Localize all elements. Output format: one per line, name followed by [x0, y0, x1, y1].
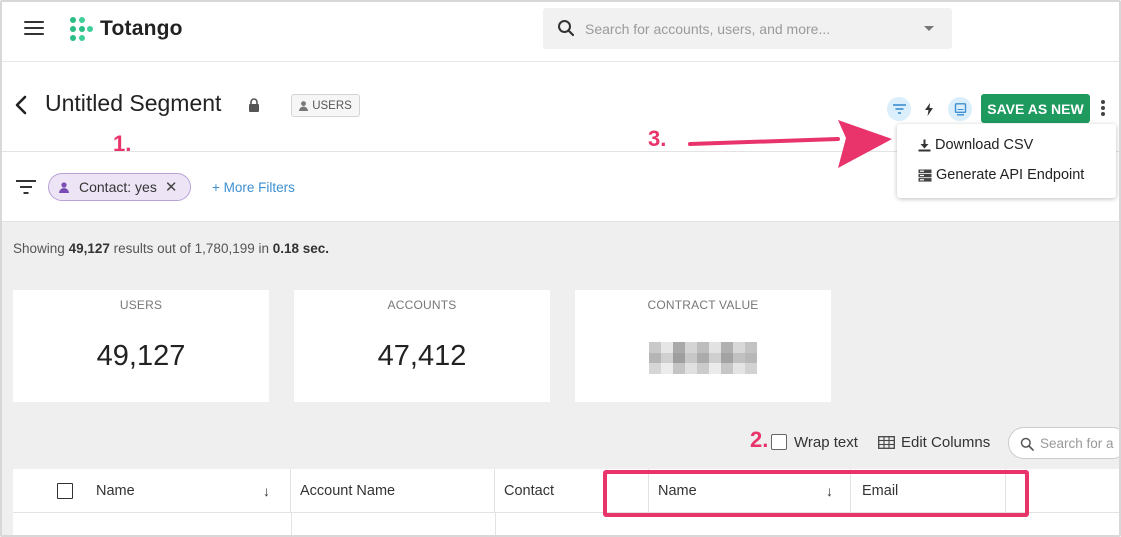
download-icon: [918, 139, 931, 151]
card-label: USERS: [119, 298, 163, 312]
save-as-new-button[interactable]: SAVE AS NEW: [981, 94, 1090, 123]
stat-card-accounts: ACCOUNTS 47,412: [294, 290, 550, 402]
more-options-kebab-icon[interactable]: [1099, 100, 1107, 116]
filter-chip-contact[interactable]: Contact: yes ✕: [48, 173, 191, 201]
search-dropdown-caret-icon[interactable]: [924, 26, 934, 31]
column-header-label: Name: [96, 483, 135, 499]
options-menu: Download CSV Generate API Endpoint: [897, 124, 1116, 198]
card-label: ACCOUNTS: [387, 298, 457, 312]
person-icon: [59, 181, 69, 193]
results-count: 49,127: [68, 241, 110, 256]
logo-dots-icon: [67, 16, 93, 42]
column-divider: [291, 513, 292, 535]
menu-item-label: Download CSV: [935, 137, 1034, 153]
column-header-account-name[interactable]: Account Name: [291, 469, 495, 513]
filter-chip-label: Contact: yes: [79, 179, 157, 195]
back-chevron-icon[interactable]: [12, 94, 30, 116]
annotation-arrow-icon: [688, 120, 892, 168]
app-window: Totango Untitled Segment USERS SAVE AS N…: [0, 0, 1121, 537]
automation-button[interactable]: [917, 97, 941, 121]
column-header-label: Account Name: [300, 483, 396, 499]
global-search[interactable]: [543, 8, 952, 49]
lightning-bolt-icon: [925, 102, 933, 116]
stat-card-contract-value: CONTRACT VALUE: [575, 290, 831, 402]
results-time: 0.18 sec.: [272, 241, 330, 256]
stat-card-users: USERS 49,127: [13, 290, 269, 402]
column-header-label: Contact: [504, 483, 554, 499]
table-search-input[interactable]: [1040, 428, 1119, 458]
users-badge-label: USERS: [312, 99, 352, 112]
annotation-highlight-box: [603, 470, 1029, 517]
results-summary: Showing 49,127 results out of 1,780,199 …: [13, 241, 329, 256]
annotation-number-2: 2.: [750, 427, 769, 452]
filter-icon: [892, 104, 906, 114]
more-filters-link[interactable]: + More Filters: [212, 180, 295, 195]
column-divider: [495, 513, 496, 535]
menu-item-download-csv[interactable]: Download CSV: [918, 134, 1033, 156]
results-prefix: Showing: [13, 241, 65, 256]
sort-arrow-down-icon[interactable]: ↓: [263, 483, 270, 499]
search-icon: [1020, 437, 1034, 451]
menu-item-label: Generate API Endpoint: [936, 167, 1085, 183]
server-icon: [918, 169, 932, 182]
edit-columns-label: Edit Columns: [901, 434, 991, 451]
results-middle: results out of 1,780,199 in: [113, 241, 269, 256]
table-grid-icon: [878, 436, 895, 449]
logo[interactable]: Totango: [67, 14, 183, 44]
person-icon: [299, 100, 309, 111]
annotation-number-3: 3.: [648, 126, 667, 151]
remove-filter-close-icon[interactable]: ✕: [165, 178, 178, 196]
edit-columns-button[interactable]: Edit Columns: [878, 434, 990, 451]
global-search-input[interactable]: [585, 8, 905, 49]
search-icon: [558, 20, 575, 37]
logo-text: Totango: [100, 17, 183, 40]
menu-item-generate-api-endpoint[interactable]: Generate API Endpoint: [918, 164, 1084, 186]
hamburger-menu-icon[interactable]: [24, 21, 44, 37]
column-header-name[interactable]: Name ↓: [13, 469, 291, 513]
users-badge: USERS: [291, 94, 360, 117]
annotation-number-1: 1.: [113, 131, 132, 156]
table-search[interactable]: [1008, 427, 1119, 459]
monitor-icon: [954, 102, 966, 116]
display-toggle-button[interactable]: [948, 97, 972, 121]
card-label: CONTRACT VALUE: [647, 298, 759, 312]
card-value: 47,412: [377, 340, 467, 372]
card-value: 49,127: [96, 340, 186, 372]
wrap-text-label[interactable]: Wrap text: [794, 434, 858, 451]
filter-icon[interactable]: [16, 180, 36, 194]
wrap-text-checkbox[interactable]: [771, 434, 787, 450]
top-bar: Totango: [2, 2, 1119, 62]
redacted-value-pixelation: [649, 342, 757, 374]
segment-title[interactable]: Untitled Segment: [45, 90, 221, 117]
lock-icon: [249, 98, 259, 112]
